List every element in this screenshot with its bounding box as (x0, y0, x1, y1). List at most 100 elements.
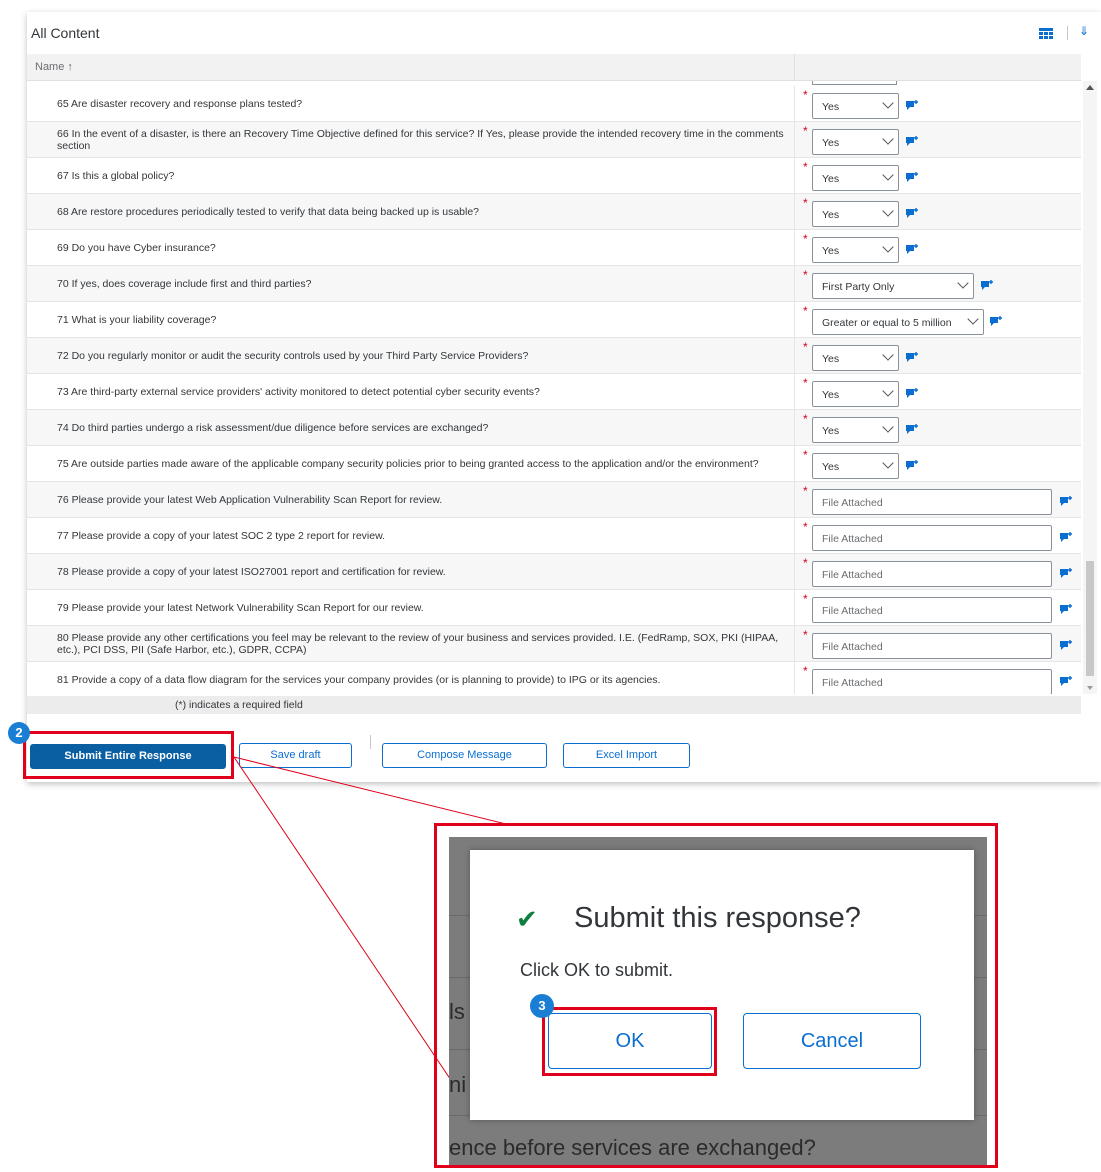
save-draft-button[interactable]: Save draft (239, 743, 352, 768)
comment-add-icon[interactable] (1059, 494, 1073, 506)
column-divider (794, 230, 795, 265)
answer-dropdown[interactable]: Greater or equal to 5 million (812, 309, 984, 335)
question-text: 81 Provide a copy of a data flow diagram… (57, 673, 661, 686)
comment-add-icon[interactable] (905, 206, 919, 218)
answer-value: File Attached (822, 533, 883, 545)
chevron-down-icon (882, 385, 894, 397)
answer-dropdown[interactable]: Yes (812, 165, 899, 191)
file-attachment-field[interactable]: File Attached (812, 633, 1052, 659)
name-column-sort[interactable]: Name ↑ (35, 61, 73, 73)
panel-header: All Content ⇓ (27, 12, 1101, 54)
scroll-up-arrow[interactable] (1086, 85, 1094, 90)
answer-value: Yes (822, 425, 840, 437)
column-divider (794, 410, 795, 445)
question-row: 80 Please provide any other certificatio… (27, 626, 1081, 662)
file-attachment-field[interactable]: File Attached (812, 489, 1052, 515)
required-marker: * (803, 664, 808, 678)
required-field-note: (*) indicates a required field (27, 696, 1081, 714)
question-text: 77 Please provide a copy of your latest … (57, 529, 386, 542)
comment-add-icon[interactable] (1059, 638, 1073, 650)
answer-dropdown[interactable]: Yes (812, 129, 899, 155)
comment-add-icon[interactable] (1059, 602, 1073, 614)
chevron-down-icon (882, 133, 894, 145)
question-text: 71 What is your liability coverage? (57, 313, 217, 326)
answer-value: Yes (822, 245, 840, 257)
comment-add-icon[interactable] (1059, 566, 1073, 578)
required-marker: * (803, 628, 808, 642)
column-header: Name ↑ (27, 54, 1081, 81)
answer-dropdown[interactable]: Yes (812, 345, 899, 371)
question-text: 65 Are disaster recovery and response pl… (57, 97, 303, 110)
chevron-down-icon (957, 277, 969, 289)
column-divider (794, 86, 795, 121)
comment-add-icon[interactable] (905, 350, 919, 362)
required-marker: * (803, 232, 808, 246)
answer-value: File Attached (822, 605, 883, 617)
chevron-down-icon (882, 205, 894, 217)
answer-value: Yes (822, 209, 840, 221)
answer-dropdown[interactable]: Yes (812, 381, 899, 407)
compose-message-button[interactable]: Compose Message (382, 743, 547, 768)
column-divider (794, 54, 795, 81)
file-attachment-field[interactable]: File Attached (812, 669, 1052, 694)
question-row: 75 Are outside parties made aware of the… (27, 446, 1081, 482)
answer-dropdown[interactable]: First Party Only (812, 273, 974, 299)
panel-title: All Content (31, 25, 100, 41)
vertical-scrollbar[interactable] (1083, 81, 1097, 694)
answer-value: First Party Only (822, 281, 895, 293)
question-row: 76 Please provide your latest Web Applic… (27, 482, 1081, 518)
answer-dropdown[interactable]: Yes (812, 237, 899, 263)
comment-add-icon[interactable] (905, 458, 919, 470)
file-attachment-field[interactable]: File Attached (812, 561, 1052, 587)
comment-add-icon[interactable] (1059, 674, 1073, 686)
answer-value: Yes (822, 101, 840, 113)
answer-dropdown[interactable]: Yes (812, 93, 899, 119)
scroll-down-arrow[interactable] (1087, 686, 1093, 690)
question-row: 73 Are third-party external service prov… (27, 374, 1081, 410)
comment-add-icon[interactable] (905, 242, 919, 254)
file-attachment-field[interactable]: File Attached (812, 597, 1052, 623)
answer-dropdown[interactable]: Yes (812, 453, 899, 479)
table-grid-icon[interactable] (1039, 28, 1053, 39)
chevron-down-icon (882, 241, 894, 253)
excel-import-button[interactable]: Excel Import (563, 743, 690, 768)
comment-add-icon[interactable] (1059, 530, 1073, 542)
question-row: 71 What is your liability coverage? * Grea… (27, 302, 1081, 338)
required-marker: * (803, 340, 808, 354)
question-text: 80 Please provide any other certificatio… (57, 631, 779, 656)
comment-add-icon[interactable] (905, 98, 919, 110)
answer-dropdown[interactable]: Yes (812, 417, 899, 443)
answer-value: File Attached (822, 569, 883, 581)
step-3-badge: 3 (530, 994, 554, 1018)
answer-value: Greater or equal to 5 million (822, 317, 952, 329)
question-text: 76 Please provide your latest Web Applic… (57, 493, 443, 506)
previous-row-control-edge (812, 81, 897, 85)
answer-value: Yes (822, 389, 840, 401)
required-marker: * (803, 268, 808, 282)
question-row: 81 Provide a copy of a data flow diagram… (27, 662, 1081, 694)
column-divider (794, 194, 795, 229)
double-chevron-down-icon[interactable]: ⇓ (1079, 25, 1089, 37)
question-text: 72 Do you regularly monitor or audit the… (57, 349, 529, 362)
comment-add-icon[interactable] (905, 422, 919, 434)
comment-add-icon[interactable] (905, 134, 919, 146)
comment-add-icon[interactable] (980, 278, 994, 290)
zoom-callout-border (434, 823, 998, 1168)
required-marker: * (803, 124, 808, 138)
comment-add-icon[interactable] (905, 170, 919, 182)
question-list: 65 Are disaster recovery and response pl… (27, 81, 1081, 694)
chevron-down-icon (882, 97, 894, 109)
question-row: 65 Are disaster recovery and response pl… (27, 86, 1081, 122)
question-row: 68 Are restore procedures periodically t… (27, 194, 1081, 230)
column-divider (794, 518, 795, 553)
column-divider (794, 338, 795, 373)
chevron-down-icon (882, 457, 894, 469)
comment-add-icon[interactable] (989, 314, 1003, 326)
answer-dropdown[interactable]: Yes (812, 201, 899, 227)
comment-add-icon[interactable] (905, 386, 919, 398)
column-divider (794, 446, 795, 481)
scrollbar-thumb[interactable] (1086, 561, 1094, 676)
required-marker: * (803, 304, 808, 318)
file-attachment-field[interactable]: File Attached (812, 525, 1052, 551)
submit-highlight-box (23, 731, 234, 779)
